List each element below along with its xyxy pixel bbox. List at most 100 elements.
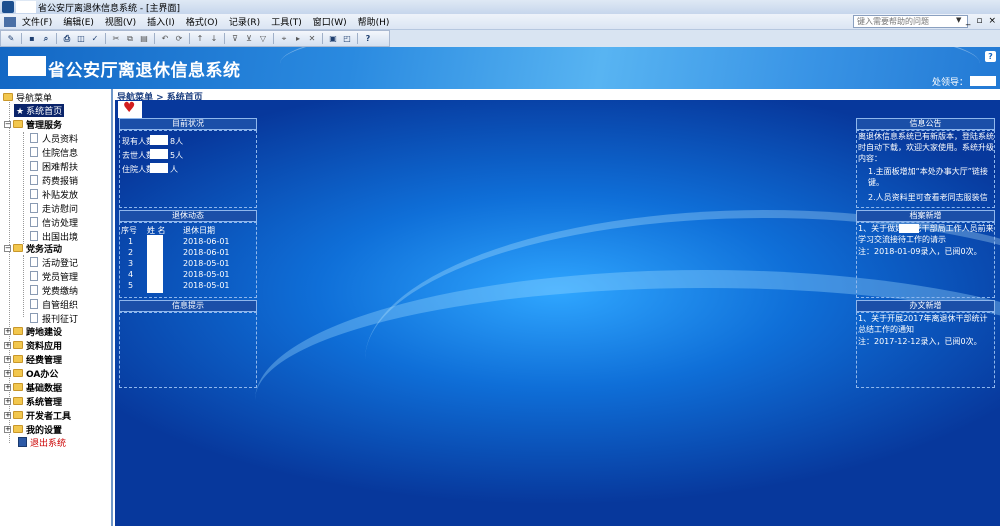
sidebar-item-visits[interactable]: 走访慰问 — [30, 202, 78, 215]
folder-open-icon — [13, 244, 23, 252]
toolbar-separator — [273, 33, 274, 44]
sidebar-group-oa[interactable]: + OA办公 — [4, 367, 59, 380]
sidebar-item-home[interactable]: ★ 系统首页 — [14, 103, 65, 117]
redacted-block — [150, 149, 168, 159]
menu-file[interactable]: 文件(F) — [22, 15, 52, 28]
folder-open-icon — [3, 93, 13, 101]
sidebar-item-exit[interactable]: 退出系统 — [18, 436, 66, 449]
sort-ascending-icon[interactable]: ↑ — [194, 33, 206, 44]
design-view-icon[interactable]: ✎ — [5, 33, 17, 44]
sidebar-item-label: 人员资料 — [42, 134, 79, 145]
sidebar-group-label: OA办公 — [26, 369, 59, 380]
refresh-icon[interactable]: ⟳ — [173, 33, 185, 44]
sidebar-group-base-data[interactable]: + 基础数据 — [4, 381, 62, 394]
retire-row-no: 4 — [128, 270, 134, 279]
sidebar-group-funds[interactable]: + 经费管理 — [4, 353, 63, 366]
menu-bar: 文件(F) 编辑(E) 视图(V) 插入(I) 格式(O) 记录(R) 工具(T… — [0, 14, 1000, 30]
minimize-button[interactable]: _ — [966, 16, 971, 26]
redacted-block — [8, 56, 46, 76]
expand-icon[interactable]: + — [4, 369, 11, 377]
sidebar-item-hardship-aid[interactable]: 困难帮扶 — [30, 160, 79, 173]
retire-row-no: 5 — [128, 281, 134, 290]
tree-root[interactable]: 导航菜单 — [3, 91, 53, 104]
sidebar-item-party-dues[interactable]: 党费缴纳 — [30, 284, 78, 297]
sidebar-item-petitions[interactable]: 信访处理 — [30, 216, 78, 229]
sidebar-group-label: 经费管理 — [26, 355, 63, 366]
sidebar-item-medical-reimbursement[interactable]: 药费报销 — [30, 174, 78, 187]
sidebar-group-my-settings[interactable]: + 我的设置 — [4, 423, 62, 436]
chevron-down-icon[interactable]: ▼ — [956, 16, 961, 24]
sidebar-item-overseas[interactable]: 出国出境 — [30, 230, 78, 243]
sidebar-item-subscriptions[interactable]: 报刊征订 — [30, 312, 78, 325]
sidebar-group-party[interactable]: − 党务活动 — [4, 242, 62, 255]
menu-help[interactable]: 帮助(H) — [358, 15, 390, 28]
document-icon — [30, 257, 38, 267]
app-icon — [2, 1, 14, 13]
expand-icon[interactable]: + — [4, 341, 11, 349]
archive-link[interactable]: 1、关于做好 的老干部局工作人员前来学习交流接待工作的请示 — [858, 223, 994, 245]
menu-format[interactable]: 格式(O) — [186, 15, 218, 28]
office-link[interactable]: 1、关于开展2017年离退休干部统计总结工作的通知 — [858, 313, 994, 335]
collapse-icon[interactable]: − — [4, 120, 11, 128]
paste-icon[interactable]: ▤ — [138, 33, 150, 44]
sidebar-group-management[interactable]: − 管理服务 — [4, 118, 62, 131]
help-icon[interactable]: ? — [985, 51, 996, 62]
filter-selection-icon[interactable]: ⊽ — [229, 33, 241, 44]
new-record-icon[interactable]: ▸ — [292, 33, 304, 44]
retire-row-no: 2 — [128, 248, 134, 257]
print-icon[interactable]: ⎙ — [61, 33, 73, 44]
restore-button[interactable]: ▫ — [976, 16, 982, 26]
spell-check-icon[interactable]: ✓ — [89, 33, 101, 44]
tips-panel — [119, 312, 257, 388]
collapse-icon[interactable]: − — [4, 244, 11, 252]
sort-descending-icon[interactable]: ↓ — [208, 33, 220, 44]
menu-records[interactable]: 记录(R) — [229, 15, 260, 28]
title-bar: 省公安厅离退休信息系统 - [主界面] — [0, 0, 1000, 14]
menu-insert[interactable]: 插入(I) — [147, 15, 175, 28]
sidebar-item-subsidy[interactable]: 补贴发放 — [30, 188, 78, 201]
copy-icon[interactable]: ⧉ — [124, 33, 136, 44]
archive-panel-title: 档案新增 — [856, 210, 995, 222]
system-title: 省公安厅离退休信息系统 — [48, 61, 241, 81]
sidebar-item-label: 困难帮扶 — [42, 162, 79, 173]
sidebar-group-system[interactable]: + 系统管理 — [4, 395, 62, 408]
menu-window[interactable]: 窗口(W) — [313, 15, 347, 28]
find-icon[interactable]: ⌖ — [278, 33, 290, 44]
expand-icon[interactable]: + — [4, 327, 11, 335]
sidebar-item-party-members[interactable]: 党员管理 — [30, 270, 78, 283]
database-window-icon[interactable]: ▣ — [327, 33, 339, 44]
cut-icon[interactable]: ✂ — [110, 33, 122, 44]
print-preview-icon[interactable]: ◫ — [75, 33, 87, 44]
expand-icon[interactable]: + — [4, 397, 11, 405]
sidebar-item-self-organizations[interactable]: 自管组织 — [30, 298, 78, 311]
expand-icon[interactable]: + — [4, 411, 11, 419]
expand-icon[interactable]: + — [4, 355, 11, 363]
menu-edit[interactable]: 编辑(E) — [63, 15, 94, 28]
help-search-input[interactable]: 键入需要帮助的问题 — [853, 15, 968, 28]
retire-panel-title: 退休动态 — [119, 210, 257, 222]
sidebar-item-activity-register[interactable]: 活动登记 — [30, 256, 78, 269]
help-icon[interactable]: ? — [362, 33, 374, 44]
new-object-icon[interactable]: ◰ — [341, 33, 353, 44]
sidebar-group-resources[interactable]: + 资料应用 — [4, 339, 62, 352]
expand-icon[interactable]: + — [4, 383, 11, 391]
delete-record-icon[interactable]: ✕ — [306, 33, 318, 44]
close-button[interactable]: × — [988, 16, 996, 26]
sidebar-group-dev-tools[interactable]: + 开发者工具 — [4, 409, 71, 422]
sidebar-item-personnel[interactable]: 人员资料 — [30, 132, 79, 145]
menu-view[interactable]: 视图(V) — [105, 15, 136, 28]
sidebar-group-cross-region[interactable]: + 跨地建设 — [4, 325, 62, 338]
sidebar-item-label: 住院信息 — [42, 148, 79, 159]
toolbar-separator — [105, 33, 106, 44]
expand-icon[interactable]: + — [4, 425, 11, 433]
filter-form-icon[interactable]: ⊻ — [243, 33, 255, 44]
apply-filter-icon[interactable]: ▽ — [257, 33, 269, 44]
toolbar-separator — [224, 33, 225, 44]
menu-app-icon[interactable] — [4, 16, 16, 27]
undo-icon[interactable]: ↶ — [159, 33, 171, 44]
save-icon[interactable]: ▪ — [26, 33, 38, 44]
menu-tools[interactable]: 工具(T) — [271, 15, 302, 28]
sidebar-item-hospital[interactable]: 住院信息 — [30, 146, 79, 159]
tree-root-label: 导航菜单 — [16, 93, 53, 104]
search-icon[interactable]: ⌕ — [40, 33, 52, 44]
